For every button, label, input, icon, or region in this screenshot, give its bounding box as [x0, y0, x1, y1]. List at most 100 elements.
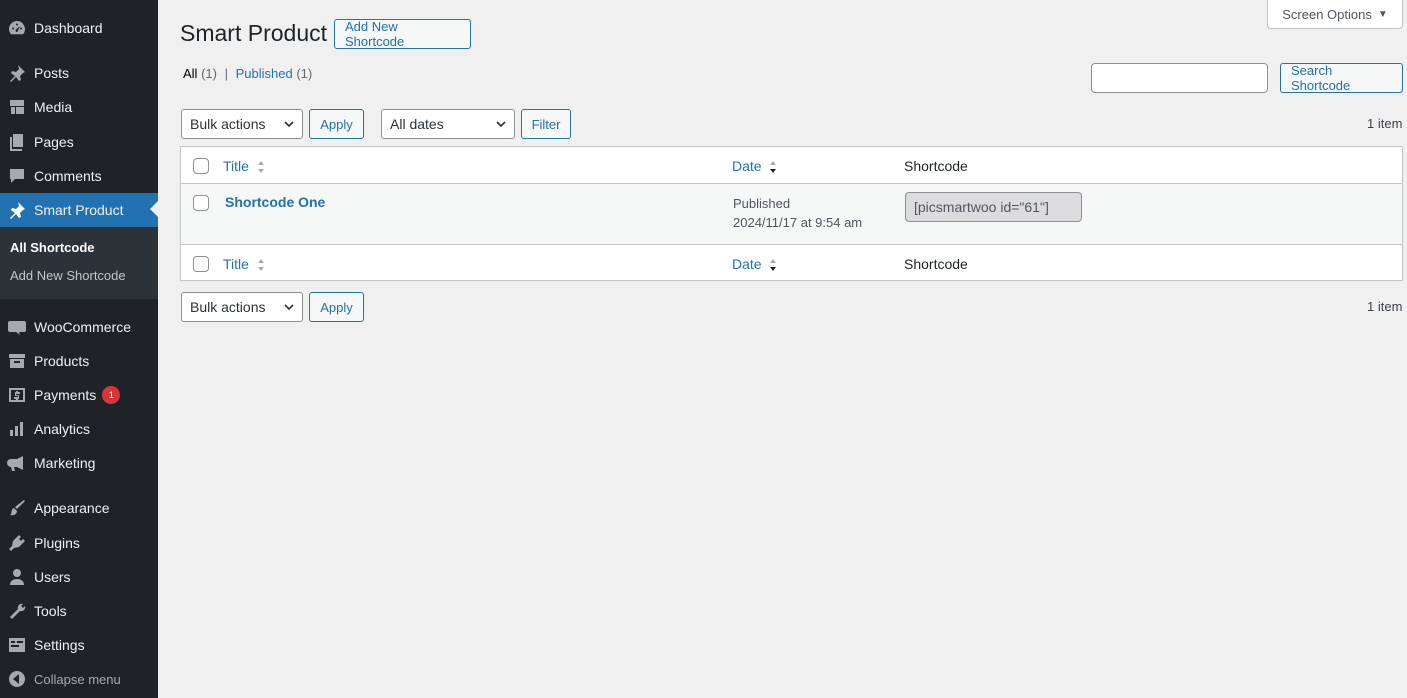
row-date: 2024/11/17 at 9:54 am	[733, 215, 863, 230]
apply-button-bottom[interactable]: Apply	[309, 292, 364, 322]
column-shortcode-label-footer: Shortcode	[904, 256, 968, 272]
row-status: Published	[733, 196, 791, 211]
menu-products[interactable]: Products	[0, 344, 158, 378]
comment-icon	[0, 166, 34, 186]
item-count-top: 1 item	[1367, 116, 1403, 131]
row-title-link[interactable]: Shortcode One	[225, 194, 325, 210]
smart-product-submenu: All Shortcode Add New Shortcode	[0, 227, 158, 299]
dashboard-icon	[0, 18, 34, 38]
all-dates-value: All dates	[390, 116, 444, 132]
collapse-arrow-icon	[0, 669, 34, 689]
column-title-label: Title	[223, 256, 249, 272]
filter-all-link[interactable]: All	[183, 66, 197, 81]
page-title: Smart Product	[180, 20, 327, 46]
column-date-label: Date	[732, 158, 762, 174]
filter-button[interactable]: Filter	[521, 109, 571, 139]
pages-icon	[0, 132, 34, 152]
chevron-down-icon	[284, 121, 294, 128]
menu-payments-label: Payments	[34, 387, 97, 403]
menu-smart-product[interactable]: Smart Product	[0, 193, 158, 227]
filter-all-count: (1)	[201, 66, 217, 81]
menu-dashboard[interactable]: Dashboard	[0, 11, 158, 45]
menu-comments-label: Comments	[34, 168, 102, 184]
archive-icon	[0, 351, 34, 371]
column-date-sort-footer[interactable]: Date	[732, 256, 777, 272]
menu-settings-label: Settings	[34, 637, 85, 653]
menu-tools-label: Tools	[34, 603, 67, 619]
settings-icon	[0, 635, 34, 655]
menu-appearance-label: Appearance	[34, 500, 110, 516]
table-header: Title Date Shortcode	[181, 147, 1402, 184]
menu-pages-label: Pages	[34, 134, 74, 150]
payments-icon	[0, 385, 34, 405]
add-new-shortcode-button[interactable]: Add New Shortcode	[334, 19, 471, 49]
bulk-actions-select-bottom[interactable]: Bulk actions	[181, 292, 303, 322]
search-shortcode-button[interactable]: Search Shortcode	[1280, 63, 1403, 93]
all-dates-select[interactable]: All dates	[381, 109, 515, 139]
submenu-add-new-shortcode[interactable]: Add New Shortcode	[10, 268, 126, 283]
megaphone-icon	[0, 453, 34, 473]
filter-separator: |	[224, 66, 228, 81]
paintbrush-icon	[0, 498, 34, 518]
status-filter-links: All (1) | Published (1)	[183, 66, 312, 81]
filter-published-count: (1)	[296, 66, 313, 81]
payments-notification-badge: 1	[102, 386, 121, 404]
column-title-label: Title	[223, 158, 249, 174]
caret-down-icon: ▼	[1377, 8, 1388, 20]
column-shortcode-label: Shortcode	[904, 158, 968, 174]
menu-comments[interactable]: Comments	[0, 159, 158, 193]
screen-options-button[interactable]: Screen Options ▼	[1267, 0, 1403, 29]
filter-published-link[interactable]: Published	[236, 66, 293, 81]
woo-icon	[0, 317, 34, 337]
menu-payments[interactable]: Payments 1	[0, 378, 158, 412]
menu-media-label: Media	[34, 99, 73, 115]
select-all-checkbox[interactable]	[193, 158, 209, 174]
table-row: Shortcode One Published 2024/11/17 at 9:…	[181, 184, 1402, 244]
plugin-icon	[0, 533, 34, 553]
collapse-menu-button[interactable]: Collapse menu	[0, 662, 158, 696]
apply-button-top[interactable]: Apply	[309, 109, 364, 139]
row-shortcode-field[interactable]: [picsmartwoo id="61"]	[905, 192, 1082, 222]
table-footer: Title Date Shortcode	[181, 244, 1402, 281]
menu-analytics[interactable]: Analytics	[0, 412, 158, 446]
column-title-sort-footer[interactable]: Title	[223, 256, 265, 272]
column-date-label: Date	[732, 256, 762, 272]
pin-icon	[0, 63, 34, 83]
menu-woocommerce-label: WooCommerce	[34, 319, 131, 335]
menu-plugins-label: Plugins	[34, 535, 80, 551]
menu-analytics-label: Analytics	[34, 421, 91, 437]
sort-both-icon	[257, 259, 264, 272]
bulk-actions-select-top[interactable]: Bulk actions	[181, 109, 303, 139]
menu-settings[interactable]: Settings	[0, 628, 158, 662]
bulk-actions-value: Bulk actions	[190, 299, 266, 315]
column-title-sort[interactable]: Title	[223, 158, 265, 174]
menu-marketing-label: Marketing	[34, 455, 96, 471]
media-icon	[0, 97, 34, 117]
submenu-all-shortcode[interactable]: All Shortcode	[10, 240, 95, 255]
select-all-checkbox-footer[interactable]	[193, 256, 209, 272]
row-date-cell: Published 2024/11/17 at 9:54 am	[733, 194, 862, 232]
sort-desc-icon	[770, 161, 777, 174]
row-select-checkbox[interactable]	[193, 195, 209, 211]
screen-options-label: Screen Options	[1282, 6, 1372, 22]
menu-media[interactable]: Media	[0, 90, 158, 124]
wrench-icon	[0, 601, 34, 621]
menu-posts[interactable]: Posts	[0, 56, 158, 90]
menu-users[interactable]: Users	[0, 560, 158, 594]
menu-pages[interactable]: Pages	[0, 125, 158, 159]
menu-plugins[interactable]: Plugins	[0, 526, 158, 560]
menu-users-label: Users	[34, 569, 71, 585]
menu-marketing[interactable]: Marketing	[0, 446, 158, 480]
menu-products-label: Products	[34, 353, 90, 369]
item-count-bottom: 1 item	[1367, 299, 1403, 314]
admin-sidebar: Dashboard Posts Media Pages Comments Sma…	[0, 0, 158, 698]
bulk-actions-value: Bulk actions	[190, 116, 266, 132]
search-input[interactable]	[1091, 63, 1268, 93]
column-date-sort[interactable]: Date	[732, 158, 777, 174]
shortcode-list-table: Title Date Shortcode Shortcode One Publi…	[180, 146, 1403, 281]
menu-tools[interactable]: Tools	[0, 594, 158, 628]
collapse-menu-label: Collapse menu	[34, 671, 121, 687]
menu-smart-product-label: Smart Product	[34, 202, 124, 218]
menu-appearance[interactable]: Appearance	[0, 491, 158, 525]
menu-woocommerce[interactable]: WooCommerce	[0, 310, 158, 344]
